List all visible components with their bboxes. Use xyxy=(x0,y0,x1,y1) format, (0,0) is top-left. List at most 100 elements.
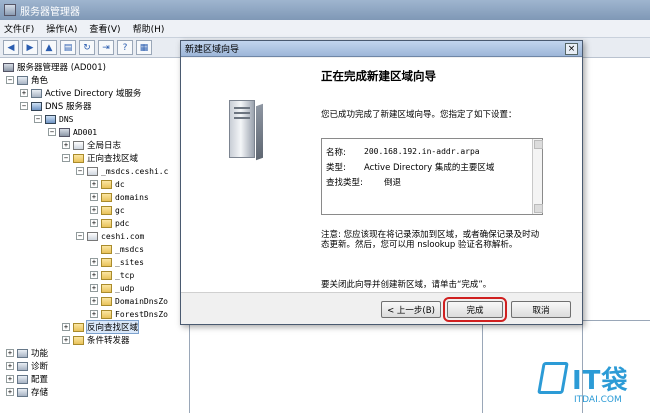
folder-icon xyxy=(101,296,112,306)
tree-item-dns-server[interactable]: − DNS 服务器 xyxy=(20,100,92,112)
collapse-icon[interactable]: − xyxy=(6,76,14,84)
collapse-icon[interactable]: − xyxy=(62,154,70,162)
folder-icon xyxy=(101,270,112,280)
tree-item-reverse-zones[interactable]: + 反向查找区域 xyxy=(62,320,140,334)
server-icon xyxy=(3,62,14,72)
folder-icon xyxy=(101,309,112,319)
menu-help[interactable]: 帮助(H) xyxy=(133,22,165,35)
expand-icon[interactable]: + xyxy=(90,193,98,201)
tree-item-msdcs-zone[interactable]: − _msdcs.ceshi.c xyxy=(76,165,168,177)
expand-icon[interactable]: + xyxy=(6,362,14,370)
forward-arrow-icon[interactable]: ▶ xyxy=(22,40,38,55)
menu-action[interactable]: 操作(A) xyxy=(46,22,77,35)
dialog-title-bar: 新建区域向导 xyxy=(181,41,582,57)
tree-item-ad-domain-services[interactable]: + Active Directory 域服务 xyxy=(20,87,141,99)
back-button[interactable]: < 上一步(B) xyxy=(381,301,441,318)
tree-item-dns[interactable]: − DNS xyxy=(34,113,73,125)
expand-icon[interactable]: + xyxy=(20,89,28,97)
refresh-icon[interactable]: ↻ xyxy=(79,40,95,55)
menu-file[interactable]: 文件(F) xyxy=(4,22,34,35)
tree-item-ad001[interactable]: − AD001 xyxy=(48,126,97,138)
tree-item-ceshi-zone[interactable]: − ceshi.com xyxy=(76,230,144,242)
configuration-icon xyxy=(17,374,28,384)
summary-scrollbar[interactable] xyxy=(532,139,543,214)
collapse-icon[interactable]: − xyxy=(76,167,84,175)
dialog-title: 新建区域向导 xyxy=(185,45,240,55)
wizard-side-panel xyxy=(181,58,309,292)
collapse-icon[interactable]: − xyxy=(34,115,42,123)
tree-item-forward-zones[interactable]: − 正向查找区域 xyxy=(62,152,138,164)
folder-icon xyxy=(101,257,112,267)
tree-item-global-log[interactable]: + 全局日志 xyxy=(62,139,121,151)
server-manager-icon xyxy=(4,4,16,16)
log-icon xyxy=(73,140,84,150)
tree-item-diagnostics[interactable]: + 诊断 xyxy=(6,360,48,372)
column-divider[interactable] xyxy=(482,320,483,413)
tree-item-domains[interactable]: + domains xyxy=(90,191,149,203)
folder-icon xyxy=(101,283,112,293)
finish-button[interactable]: 完成 xyxy=(443,297,507,322)
expand-icon[interactable]: + xyxy=(90,284,98,292)
expand-icon[interactable]: + xyxy=(90,219,98,227)
show-tree-icon[interactable]: ▤ xyxy=(60,40,76,55)
folder-icon xyxy=(101,218,112,228)
dialog-footer: < 上一步(B) 完成 取消 xyxy=(181,292,582,324)
server-illustration-icon xyxy=(229,100,255,158)
expand-icon[interactable]: + xyxy=(90,297,98,305)
expand-icon[interactable]: + xyxy=(90,310,98,318)
wizard-heading: 正在完成新建区域向导 xyxy=(321,69,436,83)
tree-item-msdcs[interactable]: _msdcs xyxy=(90,243,144,255)
collapse-icon[interactable]: − xyxy=(20,102,28,110)
diagnostics-icon xyxy=(17,361,28,371)
tree-item-conditional-forwarders[interactable]: + 条件转发器 xyxy=(62,334,130,346)
expand-icon[interactable]: + xyxy=(6,349,14,357)
main-title-bar: 服务器管理器 xyxy=(0,0,650,20)
tree-item-configuration[interactable]: + 配置 xyxy=(6,373,48,385)
tree-item-domaindnszones[interactable]: + DomainDnsZo xyxy=(90,295,168,307)
help-icon[interactable]: ? xyxy=(117,40,133,55)
expand-icon[interactable]: + xyxy=(6,388,14,396)
tree-item-features[interactable]: + 功能 xyxy=(6,347,48,359)
export-icon[interactable]: ⇥ xyxy=(98,40,114,55)
close-icon[interactable]: × xyxy=(565,43,578,55)
expand-icon[interactable]: + xyxy=(90,258,98,266)
host-icon xyxy=(59,127,70,137)
tree-item-tcp[interactable]: + _tcp xyxy=(90,269,134,281)
tree-item-sites[interactable]: + _sites xyxy=(90,256,144,268)
summary-row-lookup-type: 查找类型: 倒退 xyxy=(326,177,402,188)
expand-icon[interactable]: + xyxy=(62,336,70,344)
collapse-icon[interactable]: − xyxy=(76,232,84,240)
wizard-description: 您已成功完成了新建区域向导。您指定了如下设置： xyxy=(321,110,517,120)
settings-summary-box[interactable]: 名称: 200.168.192.in-addr.arpa 类型: Active … xyxy=(321,138,543,215)
folder-icon xyxy=(101,244,112,254)
tree-item-roles[interactable]: − 角色 xyxy=(6,74,48,86)
folder-icon xyxy=(101,192,112,202)
tree-item-storage[interactable]: + 存储 xyxy=(6,386,48,398)
tree-item-server-manager[interactable]: 服务器管理器 (AD001) xyxy=(3,61,106,73)
roles-icon xyxy=(17,75,28,85)
tree-item-pdc[interactable]: + pdc xyxy=(90,217,129,229)
expand-icon[interactable]: + xyxy=(62,323,70,331)
expand-icon[interactable]: + xyxy=(90,180,98,188)
expand-icon[interactable]: + xyxy=(6,375,14,383)
itdai-watermark-logo: IT袋 ITDAI.COM xyxy=(537,360,644,410)
tree-item-gc[interactable]: + gc xyxy=(90,204,125,216)
tree-item-dc[interactable]: + dc xyxy=(90,178,125,190)
expand-icon[interactable]: + xyxy=(90,206,98,214)
up-folder-icon[interactable]: ▲ xyxy=(41,40,57,55)
new-zone-wizard-dialog: 新建区域向导 × 正在完成新建区域向导 您已成功完成了新建区域向导。您指定了如下… xyxy=(180,40,583,325)
menu-bar: 文件(F) 操作(A) 查看(V) 帮助(H) xyxy=(0,20,650,38)
tree-item-forestdnszones[interactable]: + ForestDnsZo xyxy=(90,308,168,320)
cancel-button[interactable]: 取消 xyxy=(511,301,571,318)
expand-icon[interactable]: + xyxy=(90,271,98,279)
menu-view[interactable]: 查看(V) xyxy=(89,22,120,35)
back-arrow-icon[interactable]: ◀ xyxy=(3,40,19,55)
logo-mark-icon xyxy=(537,362,569,394)
expand-icon[interactable]: + xyxy=(62,141,70,149)
summary-row-name: 名称: 200.168.192.in-addr.arpa xyxy=(326,147,480,158)
logo-brand: IT袋 xyxy=(572,366,629,396)
collapse-icon[interactable]: − xyxy=(48,128,56,136)
properties-icon[interactable]: ▦ xyxy=(136,40,152,55)
tree-item-udp[interactable]: + _udp xyxy=(90,282,134,294)
folder-icon xyxy=(73,335,84,345)
